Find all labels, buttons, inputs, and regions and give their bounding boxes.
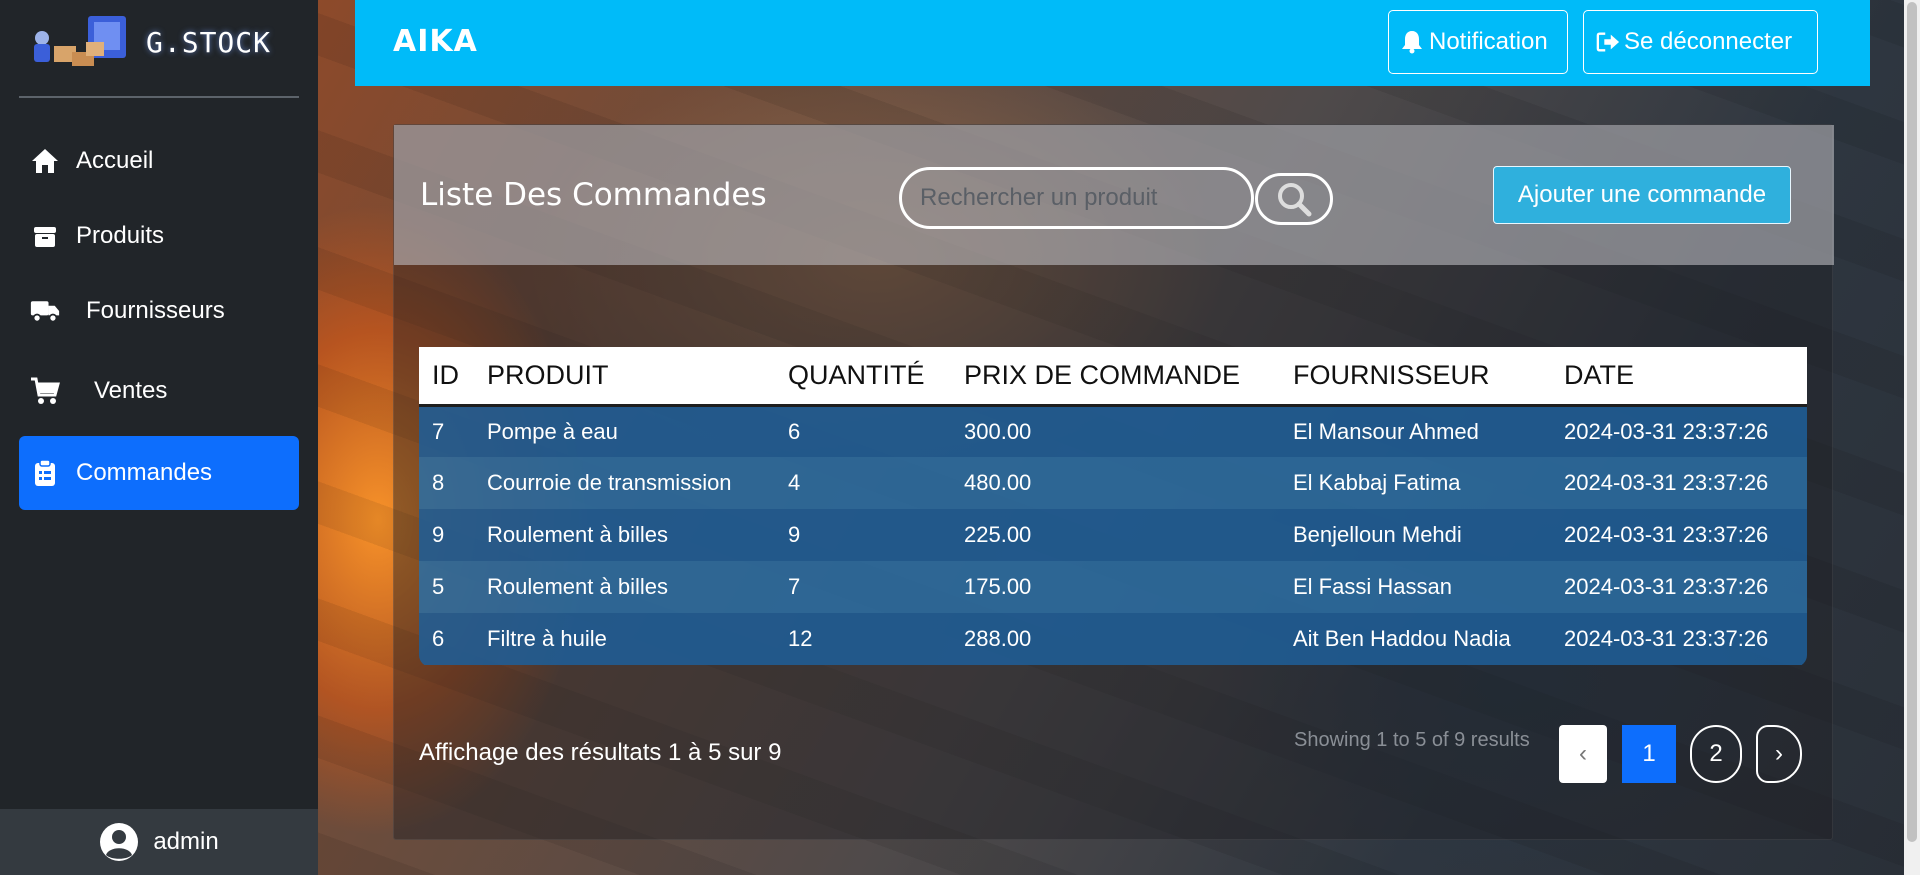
- cell-date: 2024-03-31 23:37:26: [1564, 470, 1769, 495]
- cell-prix: 300.00: [964, 418, 1032, 444]
- cell-prix: 288.00: [964, 626, 1032, 651]
- column-header-produit[interactable]: PRODUIT: [474, 347, 775, 405]
- topbar-title: AIKA: [393, 24, 478, 59]
- scrollbar-thumb[interactable]: [1907, 2, 1917, 842]
- column-header-date[interactable]: DATE: [1551, 347, 1807, 405]
- table-row[interactable]: 7 Pompe à eau 6 300.00 El Mansour Ahmed …: [419, 405, 1807, 457]
- orders-table: ID PRODUIT QUANTITÉ PRIX DE COMMANDE FOU…: [419, 347, 1807, 667]
- sidebar-divider: [19, 96, 299, 98]
- page-scrollbar[interactable]: [1904, 0, 1920, 875]
- pagination-prev-button[interactable]: ‹: [1559, 725, 1607, 783]
- cell-id: 5: [432, 574, 445, 599]
- cell-fournisseur: El Fassi Hassan: [1293, 574, 1452, 599]
- table-header-row: ID PRODUIT QUANTITÉ PRIX DE COMMANDE FOU…: [419, 347, 1807, 405]
- cell-quantite: 9: [788, 522, 801, 547]
- cell-fournisseur: El Mansour Ahmed: [1293, 418, 1479, 444]
- cell-quantite: 6: [788, 418, 801, 444]
- cell-quantite: 12: [788, 626, 813, 651]
- pagination-page-2[interactable]: 2: [1690, 725, 1742, 783]
- topbar: AIKA Notification Se déconnecter: [355, 0, 1870, 86]
- sidebar-item-commandes[interactable]: Commandes: [19, 436, 299, 510]
- showing-summary: Showing 1 to 5 of 9 results: [1294, 729, 1530, 751]
- search-input[interactable]: [899, 167, 1254, 229]
- cell-date: 2024-03-31 23:37:26: [1564, 418, 1769, 444]
- cell-produit: Roulement à billes: [487, 574, 668, 599]
- sidebar-item-label: Commandes: [76, 459, 213, 486]
- cell-prix: 480.00: [964, 470, 1032, 495]
- sidebar-item-label: Fournisseurs: [86, 297, 225, 324]
- panel-header: Liste Des Commandes Ajouter une commande: [394, 125, 1834, 265]
- cell-date: 2024-03-31 23:37:26: [1564, 574, 1769, 599]
- home-icon: [30, 146, 60, 176]
- sidebar-item-label: Ventes: [94, 377, 168, 404]
- pagination-next-button[interactable]: ›: [1756, 725, 1802, 783]
- sidebar: G.STOCK Accueil Produits Fournisseurs Ve…: [0, 0, 318, 875]
- cell-date: 2024-03-31 23:37:26: [1564, 626, 1769, 651]
- notification-label: Notification: [1429, 28, 1548, 55]
- sidebar-item-fournisseurs[interactable]: Fournisseurs: [19, 274, 299, 348]
- cell-quantite: 7: [788, 574, 801, 599]
- cell-fournisseur: Ait Ben Haddou Nadia: [1293, 626, 1511, 651]
- search-button[interactable]: [1255, 173, 1333, 225]
- page-title: Liste Des Commandes: [420, 177, 767, 213]
- warehouse-logo-icon: [34, 16, 126, 66]
- sidebar-item-produits[interactable]: Produits: [19, 199, 299, 273]
- cell-prix: 225.00: [964, 522, 1032, 547]
- column-header-fournisseur[interactable]: FOURNISSEUR: [1280, 347, 1551, 405]
- cell-id: 9: [432, 522, 445, 547]
- column-header-prix[interactable]: PRIX DE COMMANDE: [951, 347, 1280, 405]
- cell-produit: Roulement à billes: [487, 522, 668, 547]
- user-avatar-icon: [100, 823, 139, 861]
- box-icon: [30, 221, 60, 251]
- results-summary: Affichage des résultats 1 à 5 sur 9: [419, 739, 782, 766]
- cell-id: 7: [432, 418, 445, 444]
- logout-label: Se déconnecter: [1624, 28, 1793, 55]
- table-row[interactable]: 6 Filtre à huile 12 288.00 Ait Ben Haddo…: [419, 613, 1807, 665]
- column-header-quantite[interactable]: QUANTITÉ: [775, 347, 951, 405]
- table-row[interactable]: 5 Roulement à billes 7 175.00 El Fassi H…: [419, 561, 1807, 613]
- user-profile[interactable]: admin: [0, 809, 318, 875]
- table-row[interactable]: 8 Courroie de transmission 4 480.00 El K…: [419, 457, 1807, 509]
- sidebar-item-label: Produits: [76, 222, 165, 249]
- cell-id: 6: [432, 626, 445, 651]
- truck-icon: [30, 296, 60, 326]
- cell-date: 2024-03-31 23:37:26: [1564, 522, 1769, 547]
- search-icon: [1278, 183, 1312, 217]
- cart-icon: [30, 376, 60, 406]
- bell-icon: [1401, 29, 1425, 55]
- sidebar-item-label: Accueil: [76, 147, 154, 174]
- cell-quantite: 4: [788, 470, 801, 495]
- cell-produit: Pompe à eau: [487, 418, 618, 444]
- username: admin: [153, 828, 219, 855]
- sidebar-item-ventes[interactable]: Ventes: [19, 354, 299, 428]
- pagination-page-1[interactable]: 1: [1622, 725, 1676, 783]
- notification-button[interactable]: Notification: [1388, 10, 1568, 74]
- cell-produit: Courroie de transmission: [487, 470, 732, 495]
- clipboard-icon: [30, 458, 60, 488]
- table-row[interactable]: 9 Roulement à billes 9 225.00 Benjelloun…: [419, 509, 1807, 561]
- cell-fournisseur: Benjelloun Mehdi: [1293, 522, 1462, 547]
- column-header-id[interactable]: ID: [419, 347, 474, 405]
- cell-fournisseur: El Kabbaj Fatima: [1293, 470, 1461, 495]
- brand[interactable]: G.STOCK: [28, 12, 271, 72]
- sidebar-item-accueil[interactable]: Accueil: [19, 124, 299, 198]
- cell-produit: Filtre à huile: [487, 626, 607, 651]
- cell-prix: 175.00: [964, 574, 1032, 599]
- add-order-button[interactable]: Ajouter une commande: [1493, 166, 1791, 224]
- orders-panel: Liste Des Commandes Ajouter une commande…: [393, 124, 1834, 840]
- brand-name: G.STOCK: [146, 25, 272, 59]
- sign-out-icon: [1596, 29, 1620, 55]
- logout-button[interactable]: Se déconnecter: [1583, 10, 1818, 74]
- cell-id: 8: [432, 470, 445, 495]
